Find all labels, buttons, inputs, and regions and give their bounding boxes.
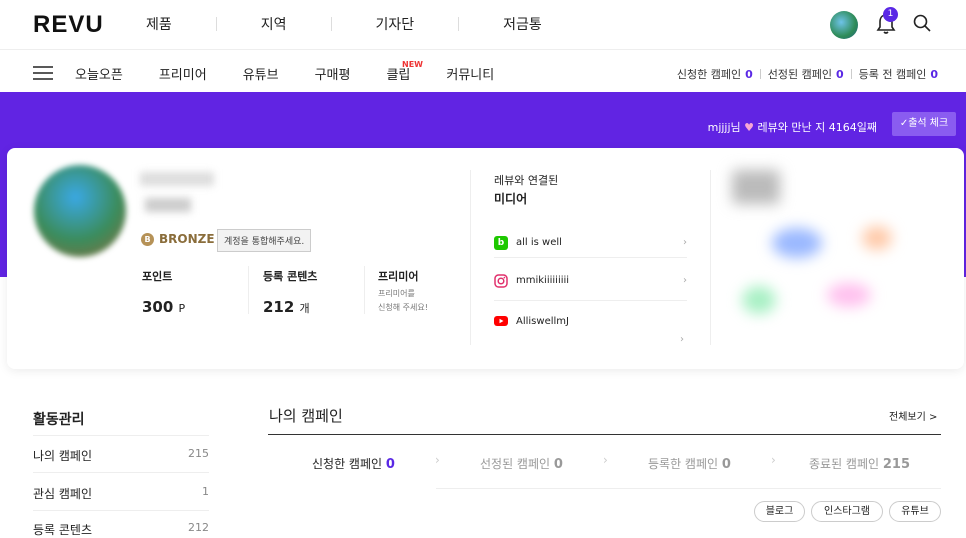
view-all-link[interactable]: 전체보기 > <box>889 408 937 423</box>
sidebar-item-my-campaign[interactable]: 나의 캠페인 215 <box>33 447 209 464</box>
divider <box>33 435 209 436</box>
active-tab-gap <box>268 487 436 489</box>
divider <box>470 170 471 345</box>
filter-blog-button[interactable]: 블로그 <box>754 501 805 522</box>
media-item-instagram[interactable]: mmikiiiiiiiii › <box>494 261 687 301</box>
chevron-right-icon: › <box>603 453 608 467</box>
merge-account-button[interactable]: 계정을 통합해주세요. <box>217 229 312 252</box>
category-nav: 오늘오픈 프리미어 유튜브 구매평 클립 커뮤니티 <box>75 64 530 83</box>
selected-count: 0 <box>835 67 844 81</box>
sidebar-item-favorite-campaign[interactable]: 관심 캠페인 1 <box>33 485 209 502</box>
subnav-item-review[interactable]: 구매평 <box>315 64 351 83</box>
chevron-right-icon: › <box>683 275 687 286</box>
tab-applied[interactable]: 신청한 캠페인 0 <box>312 455 395 472</box>
nav-item-region[interactable]: 지역 <box>261 14 287 34</box>
applied-count: 0 <box>745 67 753 81</box>
bronze-icon: B <box>141 232 154 246</box>
greeting-text: 레뷰와 만난 지 4164일째 <box>757 121 877 134</box>
search-icon[interactable] <box>912 13 932 33</box>
subnav-item-today-open[interactable]: 오늘오픈 <box>75 64 123 83</box>
pre-register-count-label[interactable]: 등록 전 캠페인 <box>859 66 927 82</box>
main-nav: 제품 지역 기자단 저금통 <box>146 14 542 34</box>
chevron-right-icon: › <box>771 453 776 467</box>
notification-badge: 1 <box>883 7 898 22</box>
tab-selected[interactable]: 선정된 캠페인 0 <box>480 455 563 472</box>
nav-item-product[interactable]: 제품 <box>146 14 172 34</box>
media-item-youtube[interactable]: AlliswellmJ <box>494 306 687 336</box>
heart-icon: ♥ <box>744 121 755 134</box>
chevron-right-icon: › <box>680 334 684 345</box>
subnav-item-community[interactable]: 커뮤니티 <box>446 64 494 83</box>
sidebar-title: 활동관리 <box>33 412 85 428</box>
blog-icon: b <box>494 235 508 250</box>
divider <box>248 266 249 314</box>
top-header: REVU 제품 지역 기자단 저금통 1 <box>0 0 966 50</box>
greeting-user: mjjjj님 <box>707 121 741 134</box>
blurred-id <box>145 198 191 212</box>
points-stat[interactable]: 포인트 300 P <box>142 268 185 316</box>
tab-ended[interactable]: 종료된 캠페인 215 <box>809 455 910 472</box>
premier-stat[interactable]: 프리미어 프리미어를 신청해 주세요! <box>378 268 428 315</box>
menu-icon[interactable] <box>33 66 53 80</box>
divider <box>33 510 209 511</box>
divider <box>759 69 761 79</box>
chevron-right-icon: › <box>683 237 687 248</box>
blurred-area <box>732 170 780 204</box>
contents-stat[interactable]: 등록 콘텐츠 212 개 <box>263 268 317 316</box>
instagram-icon <box>494 273 508 288</box>
tab-registered[interactable]: 등록한 캠페인 0 <box>648 455 731 472</box>
divider <box>330 17 332 31</box>
subnav-item-premier[interactable]: 프리미어 <box>159 64 207 83</box>
grade-badge: B BRONZE <box>141 232 215 246</box>
selected-count-label[interactable]: 선정된 캠페인 <box>768 66 832 82</box>
nav-item-savings[interactable]: 저금통 <box>503 14 542 34</box>
youtube-icon <box>494 316 508 326</box>
blurred-area <box>742 286 776 314</box>
logo[interactable]: REVU <box>33 11 104 39</box>
blurred-name <box>140 172 214 186</box>
profile-avatar[interactable] <box>34 165 126 257</box>
divider <box>364 266 365 314</box>
filter-instagram-button[interactable]: 인스타그램 <box>811 501 883 522</box>
blurred-area <box>827 283 871 307</box>
subnav-item-youtube[interactable]: 유튜브 <box>243 64 279 83</box>
pre-register-count: 0 <box>930 67 938 81</box>
sub-header: 오늘오픈 프리미어 유튜브 구매평 클립 커뮤니티 NEW 신청한 캠페인 0 … <box>0 51 966 92</box>
divider <box>215 17 217 31</box>
media-title: 레뷰와 연결된 미디어 <box>494 174 559 206</box>
new-badge: NEW <box>402 60 423 69</box>
divider <box>458 17 460 31</box>
check-icon: ✓ <box>899 118 909 129</box>
filter-youtube-button[interactable]: 유튜브 <box>889 501 941 522</box>
attendance-check-button[interactable]: ✓출석 체크 <box>892 112 956 136</box>
applied-count-label[interactable]: 신청한 캠페인 <box>677 66 741 82</box>
divider <box>268 434 941 435</box>
blurred-area <box>772 228 822 258</box>
divider <box>850 69 852 79</box>
campaign-counts: 신청한 캠페인 0 선정된 캠페인 0 등록 전 캠페인 0 <box>677 66 938 82</box>
chevron-right-icon: › <box>435 453 440 467</box>
sidebar-item-registered-contents[interactable]: 등록 콘텐츠 212 <box>33 521 209 538</box>
avatar[interactable] <box>830 11 858 39</box>
divider <box>33 472 209 473</box>
divider <box>710 170 711 345</box>
greeting: mjjjj님 ♥ 레뷰와 만난 지 4164일째 <box>708 119 877 135</box>
my-campaign-title: 나의 캠페인 <box>269 407 343 425</box>
profile-card: B BRONZE 계정을 통합해주세요. 포인트 300 P 등록 콘텐츠 21… <box>7 148 964 369</box>
blurred-area <box>862 226 892 250</box>
media-item-blog[interactable]: b all is well › <box>494 228 687 258</box>
nav-item-reporter[interactable]: 기자단 <box>376 14 415 34</box>
